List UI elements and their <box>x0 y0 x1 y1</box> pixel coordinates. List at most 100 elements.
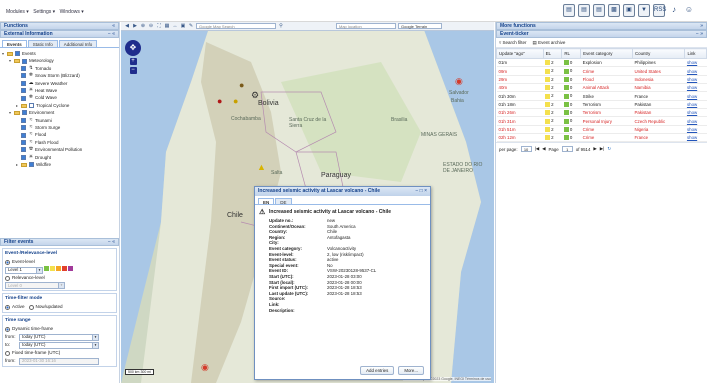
table-row[interactable]: 01h 26m 2 0 Terrorism Pakistan show <box>496 108 707 118</box>
relevance-level-radio[interactable] <box>5 275 10 281</box>
show-link[interactable]: show <box>687 135 697 140</box>
panel-icon[interactable]: ▤ <box>563 4 575 17</box>
per-page-select[interactable]: 10 <box>520 146 532 153</box>
col-el[interactable]: EL <box>542 48 563 59</box>
checkbox[interactable] <box>21 80 26 86</box>
event-marker[interactable]: ◉ <box>201 362 209 373</box>
event-level-radio[interactable] <box>5 259 10 265</box>
pan-control-icon[interactable]: ✥ <box>125 40 141 56</box>
menu-settings[interactable]: Settings ▾ <box>33 9 55 15</box>
checkbox[interactable] <box>22 58 27 64</box>
popup-window-controls[interactable]: − □ × <box>415 187 427 196</box>
map-location-input[interactable]: Map location <box>336 23 396 29</box>
bell-icon[interactable]: ♪ <box>668 4 680 17</box>
col-rl[interactable]: RL <box>561 48 582 59</box>
search-filter-button[interactable]: ▿ Search filter <box>499 40 527 46</box>
tree-node[interactable]: ▾ Meteorology <box>2 57 117 64</box>
tree-node[interactable]: ❄ Cold Wave <box>2 94 117 101</box>
tree-node[interactable]: ≈ Flash Flood <box>2 139 117 146</box>
checkbox[interactable] <box>21 140 26 146</box>
show-link[interactable]: show <box>687 85 697 90</box>
more-button[interactable]: More... <box>398 366 424 375</box>
show-link[interactable]: show <box>687 119 697 124</box>
panel-icon[interactable]: ▤ <box>593 4 605 17</box>
tree-node[interactable]: ☁ Severe Weather <box>2 80 117 87</box>
tree-node[interactable]: ▾ Events <box>2 50 117 57</box>
table-row[interactable]: 01h 31m 2 0 Personal Injury Czech Republic sh… <box>496 116 707 126</box>
table-row[interactable]: 01h 18m 2 0 Terrorism Pakistan show <box>496 100 707 110</box>
event-marker[interactable]: ● <box>217 96 222 106</box>
refresh-icon[interactable]: ↻ <box>607 146 611 152</box>
image-icon[interactable]: ▣ <box>623 4 635 17</box>
more-functions-collapse[interactable]: » <box>700 23 703 30</box>
checkbox[interactable] <box>29 103 34 109</box>
zoom-in-button[interactable]: + <box>129 58 137 65</box>
event-marker[interactable]: ● <box>239 80 244 90</box>
col-link[interactable]: Link <box>684 48 707 59</box>
external-info-tools[interactable]: − « <box>108 31 115 38</box>
volcano-warning-marker[interactable]: ▲ <box>257 162 266 172</box>
page-input[interactable]: 1 <box>561 146 573 153</box>
tree-node[interactable]: ▸ Tropical Cyclone <box>2 102 117 109</box>
map-view[interactable]: ◀ ▶ ⊕ ⊖ ⛶ ▦ ↔ ▣ ✎ Google Map Search ⚲ Ma… <box>121 22 494 383</box>
fixed-radio[interactable] <box>5 350 10 356</box>
tab-en[interactable]: EN <box>258 198 275 205</box>
table-row[interactable]: 29m 2 0 Flood Indonesia show <box>496 75 707 85</box>
user-icon[interactable]: ☺ <box>683 4 695 17</box>
forward-icon[interactable]: ▶ <box>132 23 138 29</box>
updated-radio[interactable] <box>28 304 34 310</box>
tree-node[interactable]: ▾ Environment <box>2 109 117 116</box>
dynamic-radio[interactable] <box>5 326 10 332</box>
event-marker[interactable]: ● <box>233 96 238 106</box>
zoom-out-icon[interactable]: ⊖ <box>148 23 154 29</box>
checkbox[interactable] <box>21 66 26 72</box>
checkbox[interactable] <box>21 147 26 153</box>
rss-icon[interactable]: RSS <box>653 4 666 17</box>
checkbox[interactable] <box>21 73 26 79</box>
show-link[interactable]: show <box>687 77 697 82</box>
tree-node[interactable]: ≈ Storm Surge <box>2 124 117 131</box>
filter-events-tools[interactable]: − « <box>108 239 115 246</box>
table-row[interactable]: 02h 12m 2 0 Crime France show <box>496 133 707 143</box>
zoom-in-icon[interactable]: ⊕ <box>140 23 146 29</box>
col-update-ago[interactable]: Update "ago" <box>496 48 544 59</box>
grid-icon[interactable]: ▦ <box>164 23 170 29</box>
from-select[interactable]: today (UTC) ▾ <box>19 333 99 341</box>
next-page-icon[interactable]: ▶ <box>593 146 596 152</box>
tab-additional-info[interactable]: Additional Info <box>58 40 98 47</box>
fixed-from-input[interactable]: 2023-01-30 16:16 <box>19 357 99 365</box>
menu-modules[interactable]: Modules ▾ <box>6 9 29 15</box>
functions-collapse-button[interactable]: « <box>112 23 115 30</box>
col-country[interactable]: Country <box>631 48 686 59</box>
tab-static-info[interactable]: Static Info <box>27 40 58 47</box>
prev-page-icon[interactable]: ◀ <box>542 146 545 152</box>
checkbox[interactable] <box>29 162 34 168</box>
event-archive-button[interactable]: ▤ Event archive <box>533 40 566 46</box>
table-row[interactable]: 40m 2 0 Animal Attack Namibia show <box>496 83 707 93</box>
tree-node[interactable]: ☀ Drought <box>2 154 117 161</box>
table-row[interactable]: 01h 30m 2 0 Strike France show <box>496 91 707 101</box>
checkbox[interactable] <box>21 154 26 160</box>
tree-node[interactable]: ≈ Tsunami <box>2 117 117 124</box>
checkbox[interactable] <box>15 51 20 57</box>
show-link[interactable]: show <box>687 127 697 132</box>
add-entries-button[interactable]: Add entries <box>360 366 395 375</box>
event-marker[interactable]: ◉ <box>455 76 463 87</box>
table-row[interactable]: 09m 2 0 Crime United States show <box>496 66 707 76</box>
draw-icon[interactable]: ✎ <box>188 23 194 29</box>
map-layer-select[interactable]: Google Terrain <box>398 23 442 29</box>
checkbox[interactable] <box>21 88 26 94</box>
tree-node[interactable]: ☀ Heat Wave <box>2 87 117 94</box>
show-link[interactable]: show <box>687 60 697 65</box>
show-link[interactable]: show <box>687 69 697 74</box>
zoom-out-button[interactable]: − <box>129 67 137 74</box>
tree-node[interactable]: ▸ Wildfire <box>2 161 117 168</box>
show-link[interactable]: show <box>687 94 697 99</box>
map-search-input[interactable]: Google Map Search <box>196 23 276 29</box>
table-row[interactable]: 01h 51m 2 0 Crime Nigeria show <box>496 125 707 135</box>
relevance-level-select[interactable]: Level 0 ▾ <box>5 282 65 289</box>
chart-icon[interactable]: ▩ <box>608 4 620 17</box>
to-select[interactable]: today (UTC) ▾ <box>19 341 99 349</box>
table-row[interactable]: 01m 2 0 Explosion Philippines show <box>496 58 707 68</box>
tree-node[interactable]: ☢ Environmental Pollution <box>2 146 117 153</box>
